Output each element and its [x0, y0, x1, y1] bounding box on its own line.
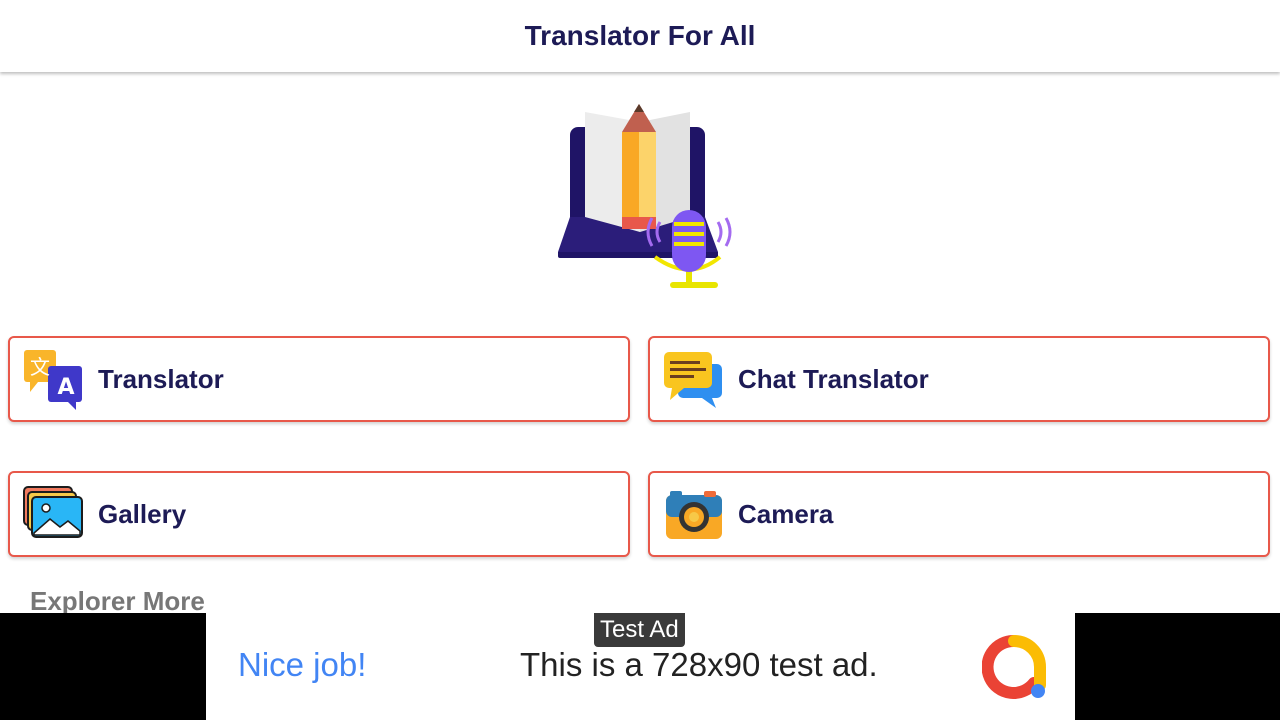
gallery-label: Gallery	[98, 498, 187, 529]
gallery-icon	[22, 483, 84, 545]
ad-banner[interactable]: Test Ad Nice job! This is a 728x90 test …	[0, 613, 1280, 720]
ad-body: This is a 728x90 test ad.	[520, 646, 878, 683]
translator-label: Translator	[98, 363, 224, 394]
admob-logo-icon	[981, 634, 1046, 699]
translate-icon: 文 A	[22, 348, 84, 410]
translator-card[interactable]: 文 A Translator	[8, 336, 630, 422]
test-ad-badge: Test Ad	[594, 613, 685, 647]
chat-translator-card[interactable]: Chat Translator	[648, 336, 1270, 422]
svg-text:文: 文	[30, 355, 50, 379]
svg-text:A: A	[57, 375, 74, 400]
camera-label: Camera	[738, 498, 834, 529]
camera-card[interactable]: Camera	[648, 471, 1270, 557]
hero-illustration	[540, 92, 750, 302]
chat-icon	[662, 348, 724, 410]
gallery-card[interactable]: Gallery	[8, 471, 630, 557]
app-bar: Translator For All	[0, 0, 1280, 72]
book-pencil-microphone-illustration	[558, 104, 732, 288]
app-title: Translator For All	[524, 20, 756, 51]
camera-icon	[662, 483, 724, 545]
chat-translator-label: Chat Translator	[738, 363, 929, 394]
ad-content[interactable]: Test Ad Nice job! This is a 728x90 test …	[206, 613, 1075, 720]
ad-headline: Nice job!	[238, 646, 367, 683]
